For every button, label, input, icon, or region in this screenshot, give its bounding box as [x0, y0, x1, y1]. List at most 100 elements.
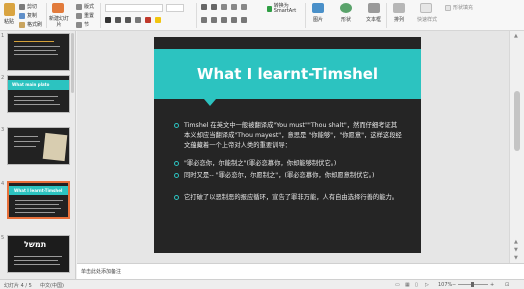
zoom-slider-handle[interactable] [471, 282, 474, 287]
reset-button[interactable]: 重置 [76, 12, 94, 19]
numbering-icon[interactable] [211, 4, 217, 10]
paste-icon[interactable] [4, 3, 15, 16]
slide-thumbnail-4[interactable]: What I learnt-Timshel [7, 181, 70, 219]
reset-label: 重置 [84, 13, 95, 19]
fit-to-window-icon[interactable]: ⊡ [505, 282, 509, 288]
picture-button[interactable]: 图片 [313, 16, 323, 23]
ribbon-divider [196, 3, 197, 28]
zoom-in-icon[interactable]: + [490, 282, 494, 288]
bullet-item[interactable]: 它打破了以恶制恶的报应循环，宣告了罪非万能，人有自由选择行善的能力。 [174, 193, 402, 203]
layout-icon [76, 3, 82, 10]
bullet-text: 同时又是-- "罪必恋尔，尔愿制之"，(罪必恋慕你，你却愿意制伏它。) [184, 172, 375, 179]
format-painter-button[interactable]: 格式刷 [19, 21, 42, 28]
slideshow-icon[interactable]: ▷ [425, 282, 429, 288]
scrollbar-thumb[interactable] [514, 91, 520, 151]
copy-button[interactable]: 复制 [19, 12, 37, 19]
section-label: 节 [84, 22, 90, 28]
cut-label: 剪切 [27, 4, 38, 10]
smartart-label: 转换为SmartArt [273, 3, 297, 14]
align-center-icon[interactable] [211, 17, 217, 23]
shapes-icon[interactable] [340, 3, 352, 13]
columns-icon[interactable] [241, 17, 247, 23]
previous-slide-icon[interactable]: ▲ [514, 239, 518, 245]
cut-button[interactable]: 剪切 [19, 3, 37, 10]
slide-sorter-icon[interactable]: ▦ [405, 282, 410, 288]
thumbnail-number: 3 [1, 127, 5, 133]
thumb-text-line [14, 260, 58, 261]
ribbon-divider [386, 3, 387, 28]
slide-thumbnail-5[interactable]: תמשל [7, 235, 70, 273]
arrange-icon[interactable] [393, 3, 405, 13]
zoom-out-icon[interactable]: − [452, 282, 456, 288]
normal-view-icon[interactable]: ▭ [395, 282, 400, 288]
vertical-scrollbar[interactable]: ▲ ▲ ▼ ▼ [509, 31, 524, 263]
slide-thumbnail-3[interactable] [7, 127, 70, 165]
italic-icon[interactable] [115, 17, 121, 23]
presentation-app: 粘贴 剪切 复制 格式刷 新建幻灯片 版式 重置 节 转换为SmartArt 图… [0, 0, 524, 289]
alignment-group [201, 17, 247, 23]
bullet-text: "罪必恋你，尔能制之"(罪必恋慕你，你却能够制伏它。) [184, 160, 337, 167]
highlight-icon[interactable] [155, 17, 161, 23]
align-right-icon[interactable] [221, 17, 227, 23]
current-slide[interactable]: What I learnt-Timshel Timshel 在英文中一般被翻译成… [154, 37, 421, 253]
textbox-icon[interactable] [368, 3, 380, 13]
justify-icon[interactable] [231, 17, 237, 23]
underline-icon[interactable] [125, 17, 131, 23]
layout-button[interactable]: 版式 [76, 3, 94, 10]
bullet-text: 它打破了以恶制恶的报应循环，宣告了罪非万能，人有自由选择行善的能力。 [184, 194, 399, 201]
picture-icon[interactable] [312, 3, 324, 13]
arrange-button[interactable]: 排列 [394, 16, 404, 23]
thumb-text-line [14, 256, 62, 257]
thumb-text-line [14, 146, 36, 147]
thumb-title: תמשל [24, 240, 47, 249]
copy-label: 复制 [27, 13, 38, 19]
font-color-icon[interactable] [145, 17, 151, 23]
bold-icon[interactable] [105, 17, 111, 23]
quick-style-icon[interactable] [420, 3, 432, 13]
font-size-select[interactable] [166, 4, 184, 12]
smartart-button[interactable]: 转换为SmartArt [267, 4, 303, 14]
new-slide-button[interactable]: 新建幻灯片 [48, 16, 70, 28]
scroll-down-icon[interactable]: ▼ [514, 255, 518, 261]
thumb-title: What I learnt-Timshel [14, 188, 63, 193]
slide-counter: 幻灯片 4 / 5 [4, 283, 32, 289]
bullet-item[interactable]: "罪必恋你，尔能制之"(罪必恋慕你，你却能够制伏它。) [174, 159, 402, 169]
thumb-text-line [14, 141, 40, 142]
thumb-text-line [15, 200, 63, 201]
new-slide-icon[interactable] [52, 3, 64, 13]
bullet-item[interactable]: Timshel 在英文中一般被翻译成"You must""Thou shalt"… [174, 121, 402, 151]
notes-placeholder[interactable]: 单击此处添加备注 [81, 268, 121, 275]
section-button[interactable]: 节 [76, 21, 89, 28]
language-indicator[interactable]: 中文(中国) [40, 282, 64, 289]
scissors-icon [19, 3, 25, 10]
line-spacing-icon[interactable] [241, 4, 247, 10]
bullet-item[interactable]: 同时又是-- "罪必恋尔，尔愿制之"，(罪必恋慕你，你却愿意制伏它。) [174, 171, 402, 181]
reading-view-icon[interactable]: ▯ [415, 282, 418, 288]
scroll-up-icon[interactable]: ▲ [514, 33, 518, 39]
slide-title[interactable]: What I learnt-Timshel [154, 49, 421, 99]
paste-button[interactable]: 粘贴 [4, 18, 14, 25]
font-name-select[interactable] [105, 4, 163, 12]
brush-icon [19, 21, 25, 28]
align-left-icon[interactable] [201, 17, 207, 23]
decrease-indent-icon[interactable] [221, 4, 227, 10]
slide-thumbnail-1[interactable] [7, 33, 70, 71]
notes-pane[interactable]: 单击此处添加备注 [77, 263, 524, 279]
increase-indent-icon[interactable] [231, 4, 237, 10]
strikethrough-icon[interactable] [135, 17, 141, 23]
zoom-level[interactable]: 107% [438, 282, 452, 288]
next-slide-icon[interactable]: ▼ [514, 247, 518, 253]
thumb-text-line [15, 204, 59, 205]
bullet-dot-icon [174, 123, 179, 128]
bullet-dot-icon [174, 161, 179, 166]
quick-style-button[interactable]: 快速样式 [417, 16, 437, 23]
shape-button[interactable]: 形状 [341, 16, 351, 23]
title-band-notch [204, 99, 216, 106]
slide-thumbnail-2[interactable]: What main plato [7, 75, 70, 113]
textbox-button[interactable]: 文本框 [366, 16, 381, 23]
ribbon-toolbar: 粘贴 剪切 复制 格式刷 新建幻灯片 版式 重置 节 转换为SmartArt 图… [0, 0, 524, 31]
thumbnail-scrollbar[interactable] [71, 33, 74, 93]
shape-fill-button[interactable]: 形状填充 [445, 4, 473, 11]
slide-thumbnail-pane: 1 2 What main plato 3 4 What I learnt-Ti… [0, 31, 76, 279]
bullets-icon[interactable] [201, 4, 207, 10]
